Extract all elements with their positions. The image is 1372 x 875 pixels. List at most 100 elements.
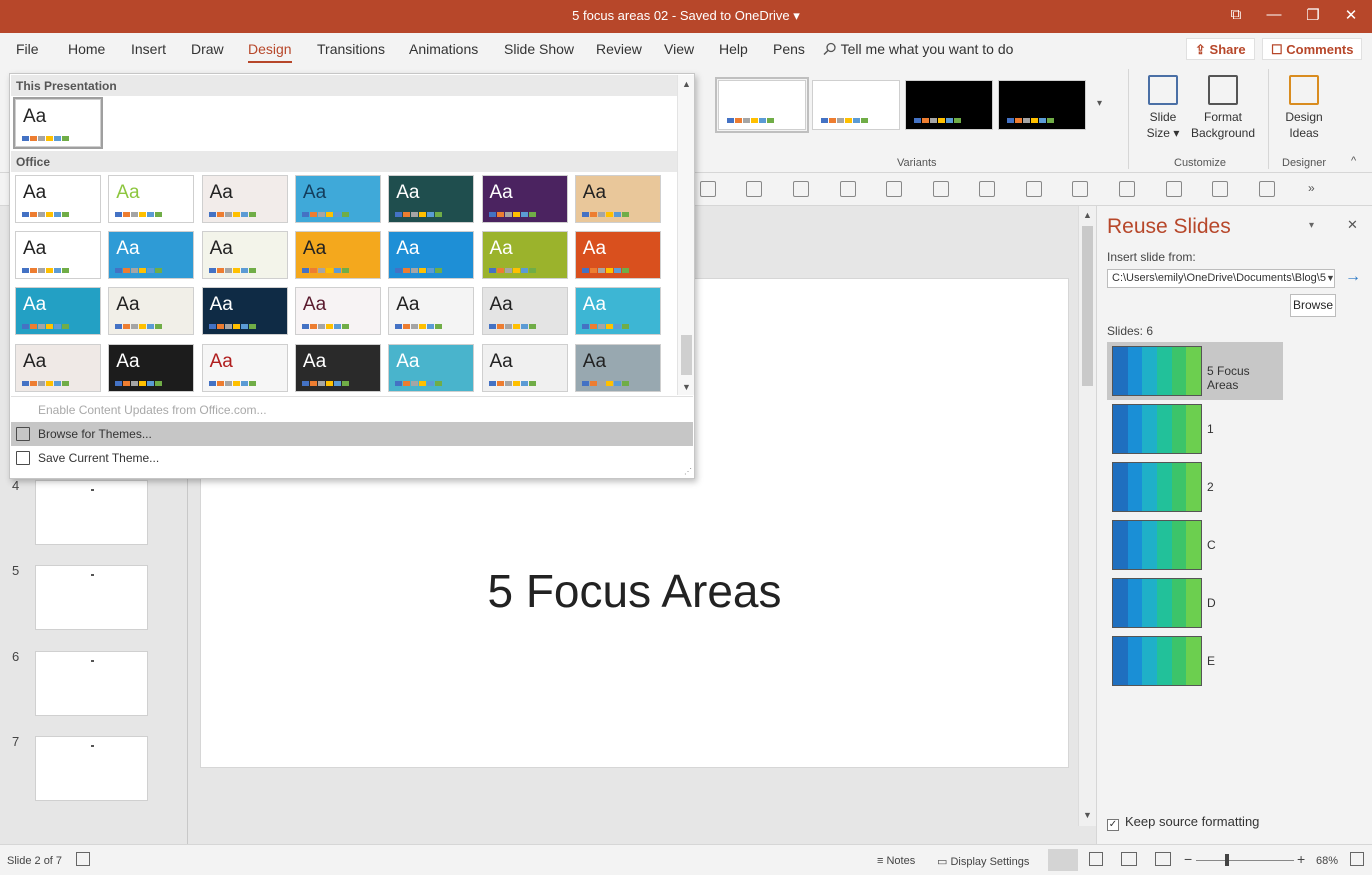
office-theme-tile[interactable]: Aa xyxy=(108,231,195,280)
more-commands-icon[interactable]: » xyxy=(1308,181,1315,195)
scroll-down-icon[interactable]: ▼ xyxy=(1083,810,1092,820)
share-button[interactable]: ⇪ Share xyxy=(1186,38,1255,60)
align-bottom-icon[interactable] xyxy=(1212,181,1228,197)
office-theme-tile[interactable]: Aa xyxy=(15,343,101,392)
browse-button[interactable]: Browse xyxy=(1290,294,1336,317)
office-theme-tile[interactable]: Aa xyxy=(388,343,475,392)
office-theme-tile[interactable]: Aa xyxy=(574,231,661,280)
office-theme-tile[interactable]: Aa xyxy=(201,343,288,392)
align-left-icon[interactable] xyxy=(979,181,995,197)
office-theme-tile[interactable]: Aa xyxy=(15,175,101,223)
tab-home[interactable]: Home xyxy=(68,41,105,57)
office-theme-tile[interactable]: Aa xyxy=(108,343,195,392)
tab-insert[interactable]: Insert xyxy=(131,41,166,57)
variant-2[interactable] xyxy=(812,80,900,130)
document-title[interactable]: 5 focus areas 02 - Saved to OneDrive ▾ xyxy=(0,8,1372,24)
office-theme-tile[interactable]: Aa xyxy=(108,175,195,223)
editor-scrollbar[interactable]: ▲ ▼ xyxy=(1078,206,1096,826)
office-theme-tile[interactable]: Aa xyxy=(388,231,475,280)
office-theme-tile[interactable]: Aa xyxy=(574,175,661,223)
tab-view[interactable]: View xyxy=(664,41,694,57)
tab-file[interactable]: File xyxy=(16,41,39,57)
office-theme-tile[interactable]: Aa xyxy=(108,287,195,336)
variant-4[interactable] xyxy=(998,80,1086,130)
accessibility-icon[interactable] xyxy=(76,852,90,866)
insert-from-path-input[interactable]: C:\Users\emily\OneDrive\Documents\Blog\5 xyxy=(1107,269,1335,288)
office-theme-tile[interactable]: Aa xyxy=(574,343,661,392)
variant-1[interactable] xyxy=(715,77,809,133)
save-current-theme-item[interactable]: Save Current Theme... xyxy=(11,446,693,470)
display-settings-button[interactable]: ▭ Display Settings xyxy=(937,855,1029,868)
reuse-slide-item[interactable]: 2 xyxy=(1107,458,1283,516)
tab-animations[interactable]: Animations xyxy=(409,41,478,57)
duplicate-icon[interactable] xyxy=(933,181,949,197)
office-theme-tile[interactable]: Aa xyxy=(201,231,288,280)
zoom-slider-thumb[interactable] xyxy=(1225,854,1229,866)
office-theme-tile[interactable]: Aa xyxy=(201,287,288,336)
slide-thumbnail[interactable] xyxy=(35,651,148,716)
align-top-icon[interactable] xyxy=(1119,181,1135,197)
office-theme-tile[interactable]: Aa xyxy=(294,175,381,223)
path-dropdown-icon[interactable]: ▼ xyxy=(1326,273,1335,283)
slide-thumbnail[interactable] xyxy=(35,565,148,630)
notes-button[interactable]: ≡ Notes xyxy=(877,855,915,867)
gallery-scroll-up-icon[interactable]: ▲ xyxy=(682,79,691,89)
office-theme-tile[interactable]: Aa xyxy=(201,175,288,223)
minimize-icon[interactable]: — xyxy=(1264,6,1284,23)
office-theme-tile[interactable]: Aa xyxy=(294,287,381,336)
comments-button[interactable]: ☐ Comments xyxy=(1262,38,1363,60)
slide-thumbnail[interactable] xyxy=(35,736,148,801)
office-theme-tile[interactable]: Aa xyxy=(294,343,381,392)
tab-help[interactable]: Help xyxy=(719,41,748,57)
title-caret-icon[interactable]: ▾ xyxy=(793,8,800,23)
close-window-icon[interactable]: ✕ xyxy=(1341,6,1361,24)
normal-view-button[interactable] xyxy=(1048,849,1078,871)
office-theme-tile[interactable]: Aa xyxy=(388,175,475,223)
reuse-slide-item[interactable]: D xyxy=(1107,574,1283,632)
distribute-icon[interactable] xyxy=(1259,181,1275,197)
align-center-icon[interactable] xyxy=(1026,181,1042,197)
tab-pens[interactable]: Pens xyxy=(773,41,805,57)
reading-view-icon[interactable] xyxy=(1121,852,1137,866)
resize-grip-icon[interactable]: ⋰ xyxy=(684,467,692,476)
gallery-scroll-down-icon[interactable]: ▼ xyxy=(682,382,691,392)
bring-forward-icon[interactable] xyxy=(793,181,809,197)
maximize-icon[interactable]: ❐ xyxy=(1303,6,1323,24)
office-theme-tile[interactable]: Aa xyxy=(15,231,101,280)
pane-options-icon[interactable]: ▾ xyxy=(1309,220,1314,231)
office-theme-tile[interactable]: Aa xyxy=(481,343,568,392)
slide-sorter-icon[interactable] xyxy=(1089,852,1103,866)
tab-review[interactable]: Review xyxy=(596,41,642,57)
reuse-slide-item[interactable]: C xyxy=(1107,516,1283,574)
format-background-button[interactable]: Format Background xyxy=(1190,75,1256,141)
reuse-slide-item[interactable]: 1 xyxy=(1107,400,1283,458)
zoom-level[interactable]: 68% xyxy=(1316,855,1338,867)
align-middle-icon[interactable] xyxy=(1166,181,1182,197)
slide-size-button[interactable]: Slide Size ▾ xyxy=(1140,75,1186,141)
slide-title[interactable]: 5 Focus Areas xyxy=(201,564,1068,618)
ribbon-display-options-icon[interactable]: ⧉ xyxy=(1226,6,1246,23)
tab-transitions[interactable]: Transitions xyxy=(317,41,385,57)
tab-design[interactable]: Design xyxy=(248,41,292,63)
gallery-scrollbar[interactable]: ▲ ▼ xyxy=(677,75,694,395)
variants-more-icon[interactable]: ▾ xyxy=(1097,98,1102,109)
keep-source-formatting[interactable]: ✓ Keep source formatting xyxy=(1107,814,1259,831)
slideshow-view-icon[interactable] xyxy=(1155,852,1171,866)
align-right-icon[interactable] xyxy=(1072,181,1088,197)
office-theme-tile[interactable]: Aa xyxy=(15,287,101,336)
zoom-slider-track[interactable] xyxy=(1196,860,1294,861)
browse-for-themes-item[interactable]: Browse for Themes... xyxy=(11,422,693,446)
slide-thumbnail[interactable] xyxy=(35,480,148,545)
office-theme-tile[interactable]: Aa xyxy=(388,287,475,336)
reuse-slide-item[interactable]: 5 Focus Areas xyxy=(1107,342,1283,400)
go-arrow-icon[interactable]: → xyxy=(1345,268,1361,286)
office-theme-tile[interactable]: Aa xyxy=(574,287,661,336)
tell-me-search[interactable]: Tell me what you want to do xyxy=(823,41,1013,57)
arrange-icon[interactable] xyxy=(886,181,902,197)
variant-3[interactable] xyxy=(905,80,993,130)
send-backward-icon[interactable] xyxy=(840,181,856,197)
theme-current[interactable]: Aa xyxy=(13,97,103,149)
tab-draw[interactable]: Draw xyxy=(191,41,224,57)
tab-slide-show[interactable]: Slide Show xyxy=(504,41,574,57)
group-icon[interactable] xyxy=(746,181,762,197)
